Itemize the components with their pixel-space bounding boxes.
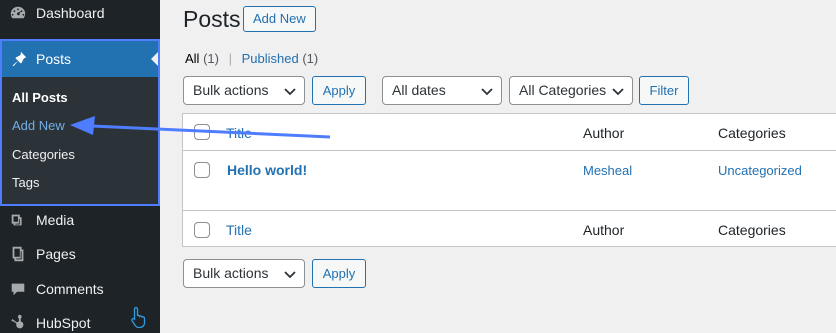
sidebar-item-dashboard[interactable]: Dashboard	[0, 0, 160, 30]
select-value: Bulk actions	[193, 82, 269, 98]
submenu-all-posts[interactable]: All Posts	[12, 90, 68, 105]
page-title: Posts	[183, 6, 241, 32]
footer-divider	[183, 210, 836, 211]
chevron-down-icon	[284, 271, 296, 279]
pages-icon	[0, 245, 36, 263]
filter-button[interactable]: Filter	[639, 76, 689, 105]
select-all-checkbox[interactable]	[194, 124, 210, 140]
filter-all-count: (1)	[203, 51, 219, 66]
submenu-tags[interactable]: Tags	[12, 175, 39, 190]
filter-published-count: (1)	[302, 51, 319, 66]
media-icon	[0, 211, 36, 229]
post-title-link[interactable]: Hello world!	[227, 162, 307, 178]
sidebar-item-label: Pages	[36, 246, 76, 262]
filter-published-link[interactable]: Published	[242, 51, 299, 66]
sidebar-item-comments[interactable]: Comments	[0, 272, 160, 306]
column-footer-author: Author	[583, 222, 625, 238]
chevron-down-icon	[481, 88, 493, 96]
submenu-add-new[interactable]: Add New	[12, 118, 65, 133]
dashboard-icon	[0, 4, 36, 22]
submenu-categories[interactable]: Categories	[12, 147, 75, 162]
pushpin-icon	[2, 50, 36, 68]
post-category-link[interactable]: Uncategorized	[718, 163, 802, 178]
column-header-categories: Categories	[718, 125, 786, 141]
sidebar-item-label: Media	[36, 212, 75, 228]
column-header-author: Author	[583, 125, 625, 141]
column-header-title[interactable]: Title	[226, 125, 252, 141]
column-footer-categories: Categories	[718, 222, 786, 238]
select-value: Bulk actions	[193, 265, 269, 281]
sidebar-item-label: Comments	[36, 281, 104, 297]
select-all-checkbox-footer[interactable]	[194, 222, 210, 238]
header-divider	[183, 150, 836, 151]
bulk-actions-select-top[interactable]: Bulk actions	[183, 76, 305, 105]
column-footer-title[interactable]: Title	[226, 222, 252, 238]
apply-button-bottom[interactable]: Apply	[312, 259, 366, 288]
apply-button-top[interactable]: Apply	[312, 76, 366, 105]
sidebar-posts-menu: Posts All Posts Add New Categories Tags	[0, 39, 160, 206]
hand-cursor-icon	[131, 306, 146, 328]
sidebar-item-posts[interactable]: Posts	[2, 41, 158, 77]
admin-sidebar: Dashboard Posts All Posts Add New Catego…	[0, 0, 160, 333]
row-checkbox[interactable]	[194, 162, 210, 178]
hubspot-icon	[0, 314, 36, 332]
select-value: All dates	[392, 82, 446, 98]
bulk-actions-select-bottom[interactable]: Bulk actions	[183, 259, 305, 288]
add-new-post-button[interactable]: Add New	[243, 6, 316, 32]
filter-separator: |	[228, 51, 232, 66]
select-value: All Categories	[519, 82, 607, 98]
categories-filter-select[interactable]: All Categories	[509, 76, 633, 105]
current-menu-arrow-icon	[151, 52, 158, 66]
chevron-down-icon	[612, 88, 624, 96]
posts-table: Title Author Categories Hello world! Mes…	[182, 113, 836, 247]
post-author-link[interactable]: Mesheal	[583, 163, 632, 178]
sidebar-item-label: HubSpot	[36, 315, 91, 331]
status-filter-links: All (1) | Published (1)	[185, 51, 318, 66]
filter-all-link[interactable]: All	[185, 51, 199, 66]
sidebar-item-media[interactable]: Media	[0, 203, 160, 237]
sidebar-item-label: Posts	[36, 51, 72, 67]
sidebar-item-pages[interactable]: Pages	[0, 237, 160, 271]
sidebar-item-label: Dashboard	[36, 5, 105, 21]
comments-icon	[0, 280, 36, 298]
dates-filter-select[interactable]: All dates	[382, 76, 502, 105]
chevron-down-icon	[284, 88, 296, 96]
